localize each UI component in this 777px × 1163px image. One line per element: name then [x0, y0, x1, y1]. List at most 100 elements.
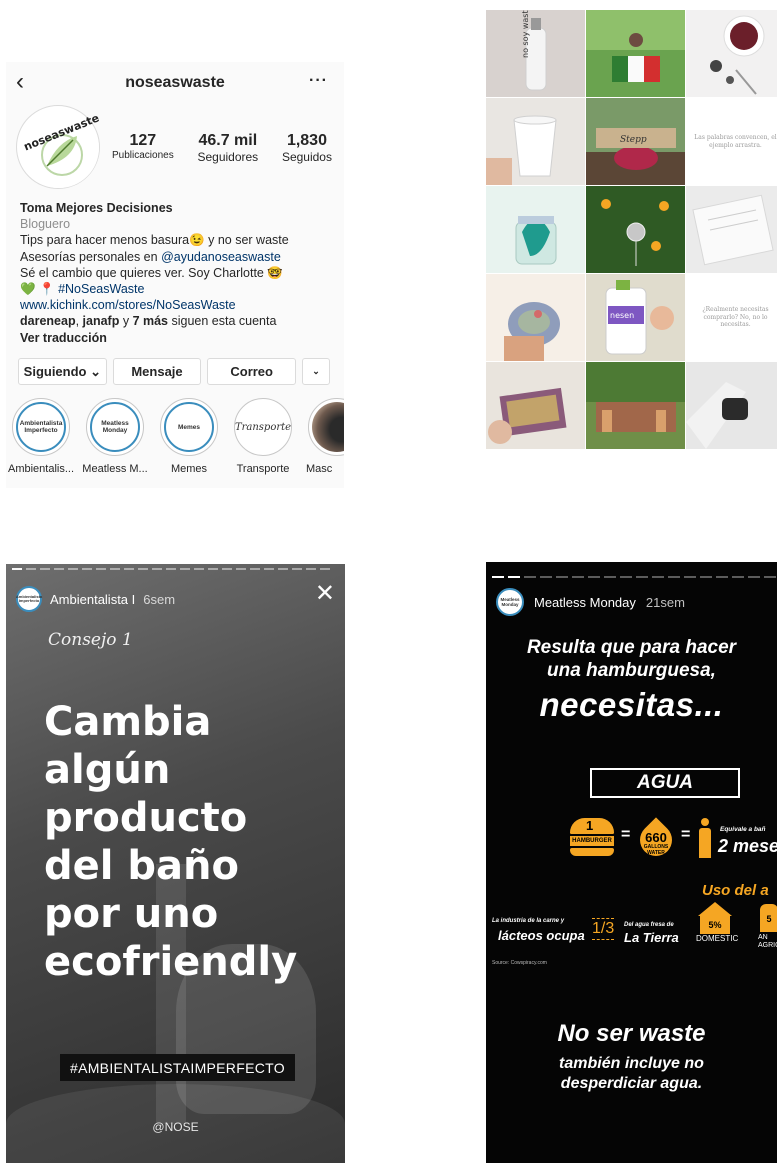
progress-segment — [40, 568, 50, 570]
highlight-ring: Transporte — [234, 398, 292, 456]
followers-count: 46.7 mil — [198, 132, 258, 149]
highlight-ring: Ambientalista Imperfecto — [12, 398, 70, 456]
posts-label: Publicaciones — [112, 150, 174, 161]
industry-small-text: La industria de la carne y — [492, 918, 565, 924]
highlight-ambientalista[interactable]: Ambientalista Imperfecto Ambientalis... — [6, 398, 78, 475]
bio-hashtag-link[interactable]: #NoSeasWaste — [58, 282, 144, 296]
story-account-name: Ambientalista I — [50, 591, 136, 607]
highlight-cover-memes: Memes — [164, 402, 214, 452]
story-header[interactable]: Ambientalista Imperfecto Ambientalista I… — [16, 586, 175, 612]
grid-post-detergent[interactable]: nesen — [586, 274, 685, 361]
story-header[interactable]: Meatless Monday Meatless Monday 21sem — [496, 588, 685, 616]
message-button[interactable]: Mensaje — [112, 358, 202, 385]
bio-mention-link[interactable]: @ayudanoseaswaste — [161, 250, 281, 264]
cup-photo — [486, 115, 557, 185]
profile-action-buttons: Siguiendo ⌄ Mensaje Correo ⌄ — [18, 358, 331, 385]
closing-text: también incluye no desperdiciar agua. — [486, 1054, 777, 1094]
highlight-memes[interactable]: Memes Memes — [152, 398, 226, 475]
bio-website-link[interactable]: www.kichink.com/stores/NoSeasWaste — [20, 297, 340, 313]
progress-segment — [264, 568, 274, 570]
bio-name: Toma Mejores Decisiones — [20, 201, 173, 215]
closing-line: desperdiciar agua. — [560, 1075, 703, 1092]
progress-segment — [320, 568, 330, 570]
progress-segment — [764, 576, 776, 578]
garden-photo: Stepp — [586, 128, 685, 185]
source-credit: Source: Cowspiracy.com — [492, 960, 547, 966]
grid-post-flag[interactable] — [586, 10, 685, 97]
highlight-mascotas[interactable]: Masc — [300, 398, 344, 475]
progress-segment — [12, 568, 22, 570]
progress-segment — [222, 568, 232, 570]
progress-segment — [716, 576, 728, 578]
grid-post-receipt[interactable] — [686, 186, 777, 273]
grid-post-card[interactable] — [486, 362, 585, 449]
progress-segment — [54, 568, 64, 570]
highlight-transporte[interactable]: Transporte Transporte — [226, 398, 300, 475]
gallons-value: 660 — [645, 830, 667, 845]
person-body — [699, 828, 711, 858]
progress-segment — [292, 568, 302, 570]
domestic-percent: 5% — [700, 916, 730, 934]
leaf-logo-icon: noseaswaste — [19, 108, 101, 188]
progress-segment — [180, 568, 190, 570]
following-button[interactable]: Siguiendo ⌄ — [18, 358, 107, 385]
bio-line-1: Tips para hacer menos basura😉 y no ser w… — [20, 233, 289, 248]
stat-posts[interactable]: 127 Publicaciones — [112, 132, 174, 164]
progress-segment — [668, 576, 680, 578]
industry-big-text: lácteos ocupa — [498, 928, 585, 943]
grid-post-jar[interactable] — [486, 186, 585, 273]
grid-post-tea[interactable] — [686, 10, 777, 97]
progress-segment — [26, 568, 36, 570]
avatar[interactable]: noseaswaste — [16, 105, 101, 189]
followed-by-more: 7 más — [132, 314, 169, 329]
posts-grid: no soy waste Stepp Las palabras convence… — [486, 10, 777, 488]
close-icon[interactable]: ✕ — [315, 582, 335, 606]
grid-post-flowers[interactable] — [586, 186, 685, 273]
more-options-icon[interactable]: ··· — [309, 72, 328, 90]
grid-post-succulent[interactable] — [486, 274, 585, 361]
story-handle: @NOSE — [152, 1120, 199, 1134]
grid-post-cup[interactable] — [486, 98, 585, 185]
highlight-meatless[interactable]: Meatless Monday Meatless M... — [78, 398, 152, 475]
agriculture-icon: 5 — [760, 904, 777, 932]
grid-post-quote-1[interactable]: Las palabras convencen, el ejemplo arras… — [686, 98, 777, 185]
profile-header: ‹ noseaswaste ··· — [6, 62, 344, 106]
highlight-cover-ambientalista: Ambientalista Imperfecto — [16, 402, 66, 452]
flag-photo — [586, 10, 685, 82]
grid-post-sponge[interactable] — [686, 362, 777, 449]
grid-post-garden[interactable]: Stepp — [586, 98, 685, 185]
followers-label: Seguidores — [197, 150, 259, 164]
bio-emojis: 💚 📍 — [20, 282, 59, 297]
stat-followers[interactable]: 46.7 mil Seguidores — [197, 132, 258, 164]
grid-post-table[interactable] — [586, 362, 685, 449]
succulent-photo — [504, 302, 560, 361]
story-main-text: Cambia algún producto del baño por uno e… — [44, 698, 334, 986]
progress-segment — [124, 568, 134, 570]
flowers-photo — [601, 199, 669, 266]
highlight-label: Masc — [306, 463, 333, 475]
see-translation-link[interactable]: Ver traducción — [20, 330, 340, 346]
house-roof — [698, 902, 732, 916]
tea-photo — [710, 15, 765, 95]
grid-post-quote-2[interactable]: ¿Realmente necesitas comprarlo? No, no l… — [686, 274, 777, 361]
headline-line: Resulta que para hacer — [526, 637, 737, 658]
story-highlights: Ambientalista Imperfecto Ambientalis... … — [6, 398, 344, 478]
progress-segment — [636, 576, 648, 578]
progress-segment — [684, 576, 696, 578]
closing-title: No ser waste — [557, 1020, 706, 1047]
grid-post-bottle[interactable]: no soy waste — [486, 10, 585, 97]
water-drop-icon: 660 GALLONS WATER — [633, 810, 679, 866]
quote-text-1: Las palabras convencen, el ejemplo arras… — [694, 134, 777, 149]
shower-person-icon — [698, 818, 712, 862]
stat-following[interactable]: 1,830 Seguidos — [282, 132, 332, 164]
profile-screen: ‹ noseaswaste ··· noseaswaste 127 Public… — [6, 62, 344, 488]
email-button[interactable]: Correo — [207, 358, 297, 385]
bio-line-2-text: Asesorías personales en — [20, 249, 162, 264]
progress-segment — [652, 576, 664, 578]
fraction-value: 1/3 — [592, 918, 615, 940]
story-hashtag-sticker[interactable]: #AMBIENTALISTAIMPERFECTO — [60, 1054, 295, 1081]
progress-segment — [604, 576, 616, 578]
followed-by[interactable]: dareneap, janafp y 7 más siguen esta cue… — [20, 313, 340, 329]
suggestions-dropdown-button[interactable]: ⌄ — [302, 358, 331, 385]
progress-segment — [82, 568, 92, 570]
